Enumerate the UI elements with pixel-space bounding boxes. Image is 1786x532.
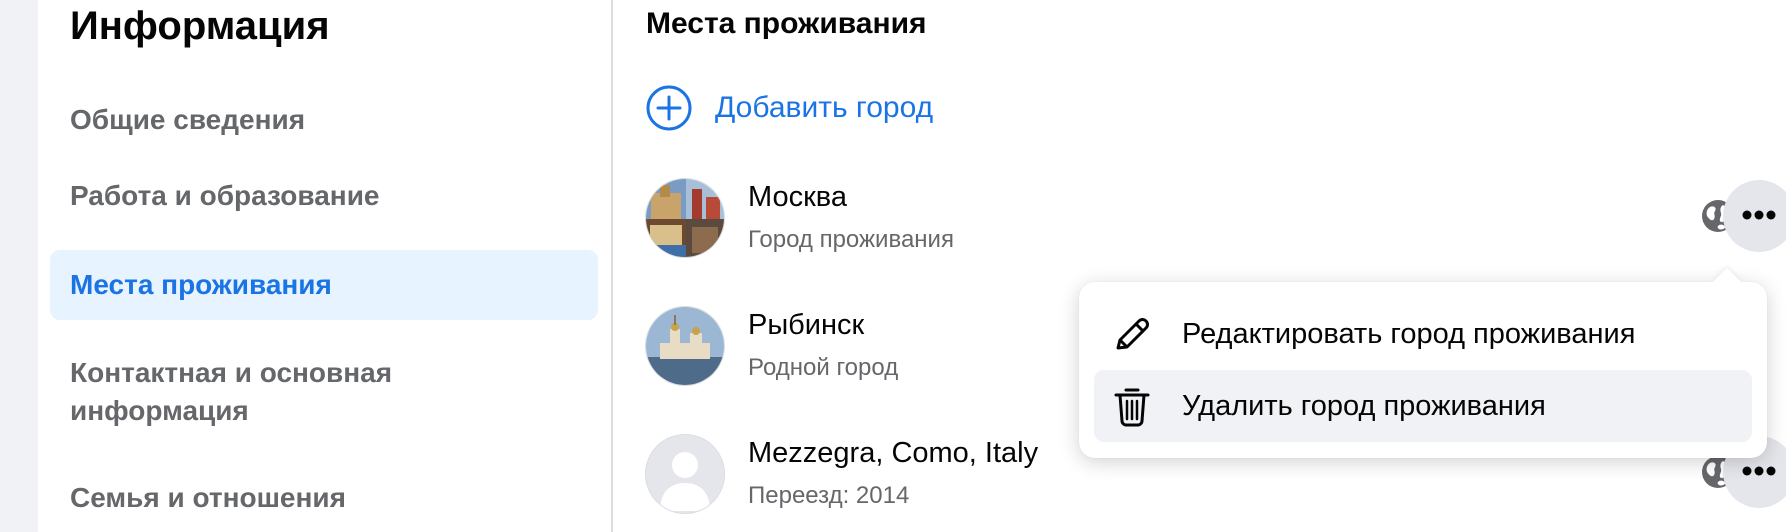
delete-place-menu-item[interactable]: Удалить город проживания xyxy=(1094,370,1752,442)
place-name: Рыбинск xyxy=(748,309,865,341)
place-subtitle: Переезд: 2014 xyxy=(748,482,910,509)
add-city-button[interactable]: Добавить город xyxy=(645,84,933,132)
place-options-menu: Редактировать город проживания Удалить г… xyxy=(1079,267,1767,458)
sidebar-item-label: Работа и образование xyxy=(70,180,380,211)
place-subtitle: Город проживания xyxy=(748,226,954,253)
more-options-button[interactable] xyxy=(1723,180,1786,252)
ellipsis-icon xyxy=(1742,207,1776,225)
sidebar-item-label: Контактная и основная информация xyxy=(70,357,393,426)
ellipsis-icon xyxy=(1742,463,1776,481)
menu-item-label: Удалить город проживания xyxy=(1182,389,1546,422)
rybinsk-cathedral-photo[interactable] xyxy=(645,306,725,386)
place-subtitle: Родной город xyxy=(748,354,899,381)
place-row: Москва Город проживания xyxy=(645,178,1786,262)
place-name: Москва xyxy=(748,181,848,213)
moscow-collage-photo[interactable] xyxy=(645,178,725,258)
default-avatar[interactable] xyxy=(645,434,725,514)
page: Информация Общие сведения Работа и образ… xyxy=(0,0,1786,532)
about-card: Информация Общие сведения Работа и образ… xyxy=(38,0,1786,532)
place-name: Mezzegra, Como, Italy xyxy=(748,437,1039,469)
sidebar-item-places-lived[interactable]: Места проживания xyxy=(50,250,598,320)
add-city-label: Добавить город xyxy=(715,91,934,124)
sidebar-item-family[interactable]: Семья и отношения xyxy=(50,476,598,520)
section-title: Места проживания xyxy=(646,7,927,40)
about-sidebar: Информация Общие сведения Работа и образ… xyxy=(38,0,613,532)
plus-circle-icon xyxy=(645,84,693,132)
sidebar-item-contact-info[interactable]: Контактная и основная информация xyxy=(50,354,570,438)
sidebar-title: Информация xyxy=(70,4,330,48)
sidebar-item-label: Общие сведения xyxy=(70,104,306,135)
edit-place-menu-item[interactable]: Редактировать город проживания xyxy=(1094,298,1752,370)
sidebar-item-label: Места проживания xyxy=(70,269,332,300)
sidebar-item-overview[interactable]: Общие сведения xyxy=(50,82,598,158)
menu-item-label: Редактировать город проживания xyxy=(1182,317,1636,350)
trash-icon xyxy=(1108,382,1156,430)
pencil-icon xyxy=(1108,310,1156,358)
sidebar-item-work-education[interactable]: Работа и образование xyxy=(50,158,598,234)
sidebar-item-label: Семья и отношения xyxy=(70,482,346,513)
